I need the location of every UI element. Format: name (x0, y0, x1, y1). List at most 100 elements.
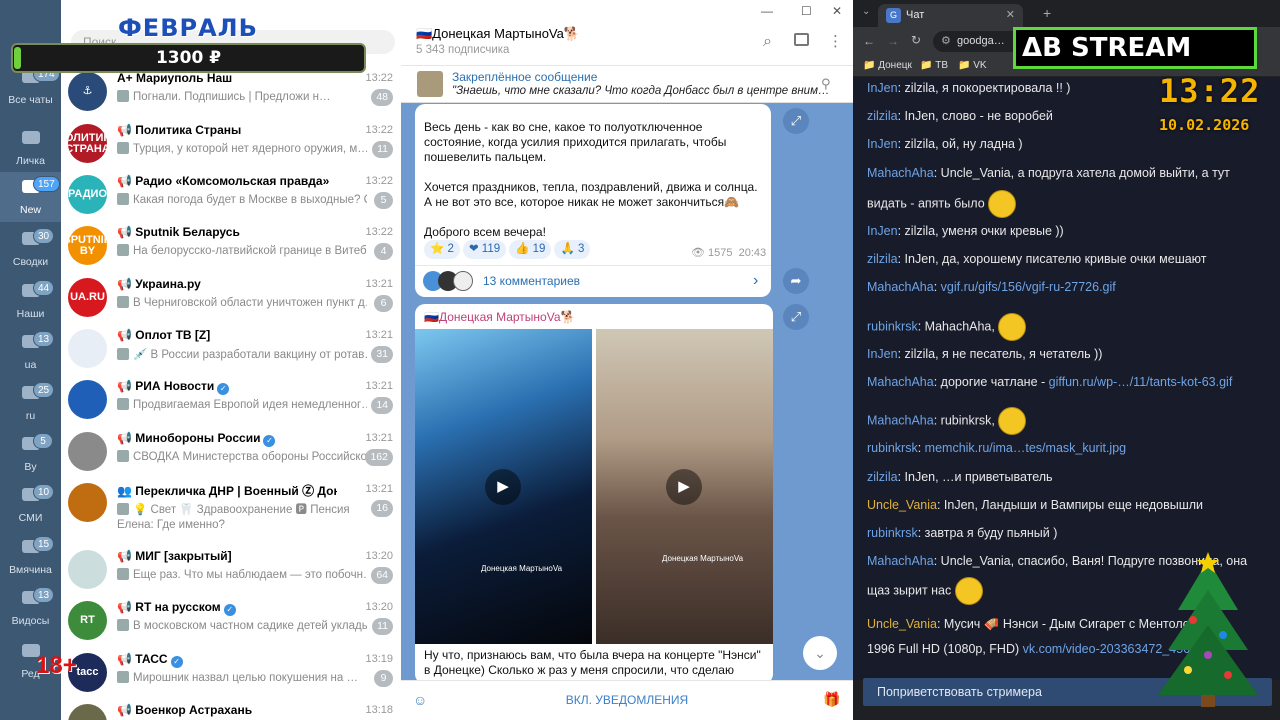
message-nick[interactable]: MahachAha (867, 375, 934, 389)
comments-link[interactable]: 13 комментариев (483, 274, 580, 288)
chat-row[interactable]: UA.RU 📢 Украина.ру 13:21 В Черниговской обл… (61, 272, 401, 323)
chat-row[interactable]: SPUTNIK BY 📢 Sputnik Беларусь 13:22 На бело… (61, 220, 401, 271)
message-nick[interactable]: rubinkrsk (867, 319, 918, 333)
notifications-button[interactable]: ВКЛ. УВЕДОМЛЕНИЯ (401, 693, 853, 707)
message-nick[interactable]: InJen (867, 224, 898, 238)
folder-ua[interactable]: 13 ua (0, 327, 61, 377)
scroll-down-button[interactable]: ⌄ (803, 636, 837, 670)
tab-search-icon[interactable]: ⌄ (862, 6, 870, 17)
message-nick[interactable]: MahachAha (867, 413, 934, 427)
bookmark-item[interactable]: 📁 VK (958, 60, 987, 71)
folder-personal[interactable]: Личка (0, 123, 61, 173)
message-nick[interactable]: InJen (867, 81, 898, 95)
message-nick[interactable]: rubinkrsk (867, 526, 918, 540)
message-nick[interactable]: MahachAha (867, 166, 934, 180)
message-nick[interactable]: zilzila (867, 252, 898, 266)
expand-icon[interactable]: ⤢ (783, 304, 809, 330)
reaction-chip[interactable]: 🙏 3 (554, 240, 591, 259)
chat-row[interactable]: 📢 МИГ [закрытый] 13:20 Еще раз. Что мы наб… (61, 544, 401, 595)
reaction-chip[interactable]: ⭐ 2 (424, 240, 460, 259)
folder-ru[interactable]: 25 ru (0, 378, 61, 428)
forward-icon[interactable]: → (887, 34, 899, 48)
pinned-message[interactable]: Закреплённое сообщение "Знаешь, что мне … (401, 66, 853, 103)
folder-new[interactable]: 157 New (0, 172, 61, 222)
chat-avatar (68, 380, 107, 419)
chat-row[interactable]: РАДИО 📢 Радио «Комсомольская правда» 13:22… (61, 169, 401, 220)
unpin-icon[interactable]: ⚲ (821, 76, 831, 92)
tab-chat[interactable]: G Чат ✕ (878, 4, 1023, 27)
reaction-chip[interactable]: 👍 19 (509, 240, 552, 259)
folder-video[interactable]: 13 Видосы (0, 583, 61, 633)
chat-row[interactable]: 📢 Военкор Астрахань 13:18 (61, 698, 401, 720)
reload-icon[interactable]: ↻ (911, 33, 921, 47)
video-thumbnail[interactable]: ▶ Донецкая МартыноVa (596, 329, 773, 644)
new-tab-icon[interactable]: + (1043, 5, 1051, 21)
expand-icon[interactable]: ⤢ (783, 108, 809, 134)
message-nick[interactable]: Uncle_Vania (867, 498, 937, 512)
play-icon[interactable]: ▶ (485, 469, 521, 505)
message-nick[interactable]: zilzila (867, 470, 898, 484)
message-nick[interactable]: InJen (867, 137, 898, 151)
chat-time: 13:21 (365, 380, 393, 392)
post-author[interactable]: 🇷🇺Донецкая МартыноVa🐕 (424, 310, 575, 324)
maximize-icon[interactable]: ☐ (801, 4, 812, 18)
folder-smi[interactable]: 10 СМИ (0, 480, 61, 530)
chat-row[interactable]: 📢 Оплот ТВ [Z] 13:21 💉 В России разработал… (61, 323, 401, 374)
bookmark-item[interactable]: 📁 ТВ (920, 60, 948, 71)
message-nick[interactable]: Uncle_Vania (867, 617, 937, 631)
sidebar-toggle-icon[interactable] (794, 33, 809, 46)
chat-avatar (68, 483, 107, 522)
message-nick[interactable]: rubinkrsk (867, 441, 918, 455)
close-tab-icon[interactable]: ✕ (1006, 4, 1015, 27)
chat-preview: Погнали. Подпишись | Предложи н… (117, 90, 367, 103)
play-icon[interactable]: ▶ (666, 469, 702, 505)
bookmark-item[interactable]: 📁 Донецк (863, 60, 912, 71)
folder-svodki[interactable]: 30 Сводки (0, 224, 61, 274)
message-link[interactable]: giffun.ru/wp-…/11/tants-kot-63.gif (1049, 375, 1233, 389)
back-icon[interactable]: ← (863, 34, 875, 48)
chat-row[interactable]: 📢 Минобороны России ✓ 13:21 СВОДКА Министер… (61, 426, 401, 477)
message-nick[interactable]: MahachAha (867, 280, 934, 294)
search-icon[interactable]: ⌕ (763, 33, 772, 51)
more-menu-icon[interactable]: ⋮ (828, 32, 843, 50)
chat-message: щаз зырит нас (867, 577, 983, 605)
chat-row[interactable]: ⚓ A+ Мариуполь Наш 13:22 Погнали. Подпишись… (61, 66, 401, 117)
site-favicon: G (886, 8, 901, 23)
chat-message: InJen: zilzila, я покоректировала !! ) (867, 81, 1071, 95)
pinned-text: "Знаешь, что мне сказали? Что когда Донб… (452, 85, 830, 97)
chat-avatar: ⚓ (68, 72, 107, 111)
chat-row[interactable]: ПОЛИТИКА СТРАНА 📢 Политика Страны 13:22 Тур… (61, 118, 401, 169)
close-icon[interactable]: ✕ (832, 4, 842, 18)
chat-time: 13:22 (365, 72, 393, 84)
folder-by[interactable]: 5 By (0, 429, 61, 479)
minimize-icon[interactable]: — (761, 4, 773, 18)
chat-avatar: РАДИО (68, 175, 107, 214)
reaction-chip[interactable]: ❤ 119 (462, 240, 507, 259)
unread-count: 31 (371, 346, 393, 363)
message-nick[interactable]: MahachAha (867, 554, 934, 568)
unread-count: 48 (371, 89, 393, 106)
chevron-right-icon[interactable]: › (753, 272, 758, 290)
site-info-icon[interactable]: ⚙ (941, 31, 951, 52)
chat-row[interactable]: 📢 РИА Новости ✓ 13:21 Продвигаемая Европой … (61, 374, 401, 425)
folder-nashi[interactable]: 44 Наши (0, 276, 61, 326)
chat-message: rubinkrsk: завтра я буду пьяный ) (867, 526, 1058, 540)
emoji-smiley-icon (988, 190, 1017, 218)
chat-message: MahachAha: Uncle_Vania, а подруга хатела… (867, 166, 1230, 180)
message-nick[interactable]: InJen (867, 347, 898, 361)
folder-vmyachina[interactable]: 15 Вмячина (0, 532, 61, 582)
message-link[interactable]: memchik.ru/ima…tes/mask_kurit.jpg (925, 441, 1126, 455)
channel-title[interactable]: 🇷🇺Донецкая МартыноVa🐕 (416, 26, 580, 42)
share-icon[interactable]: ➦ (783, 268, 809, 294)
gift-icon[interactable]: 🎁 (823, 691, 840, 708)
video-thumbnail[interactable]: ▶ Донецкая МартыноVa (415, 329, 592, 644)
unread-count: 16 (371, 500, 393, 517)
chat-time: 13:21 (365, 483, 393, 495)
folder-badge: 5 (33, 433, 53, 449)
message-nick[interactable]: zilzila (867, 109, 898, 123)
chat-row[interactable]: tacc 📢 ТАСС ✓ 13:19 Мирошник назвал целью по… (61, 647, 401, 698)
message-link[interactable]: vgif.ru/gifs/156/vgif-ru-27726.gif (941, 280, 1116, 294)
chat-row[interactable]: 👥 Перекличка ДНР | Военный Ⓩ Донецк 13:21… (61, 477, 401, 544)
unread-count: 5 (374, 192, 393, 209)
chat-row[interactable]: RT 📢 RT на русском ✓ 13:20 В московском част… (61, 595, 401, 646)
